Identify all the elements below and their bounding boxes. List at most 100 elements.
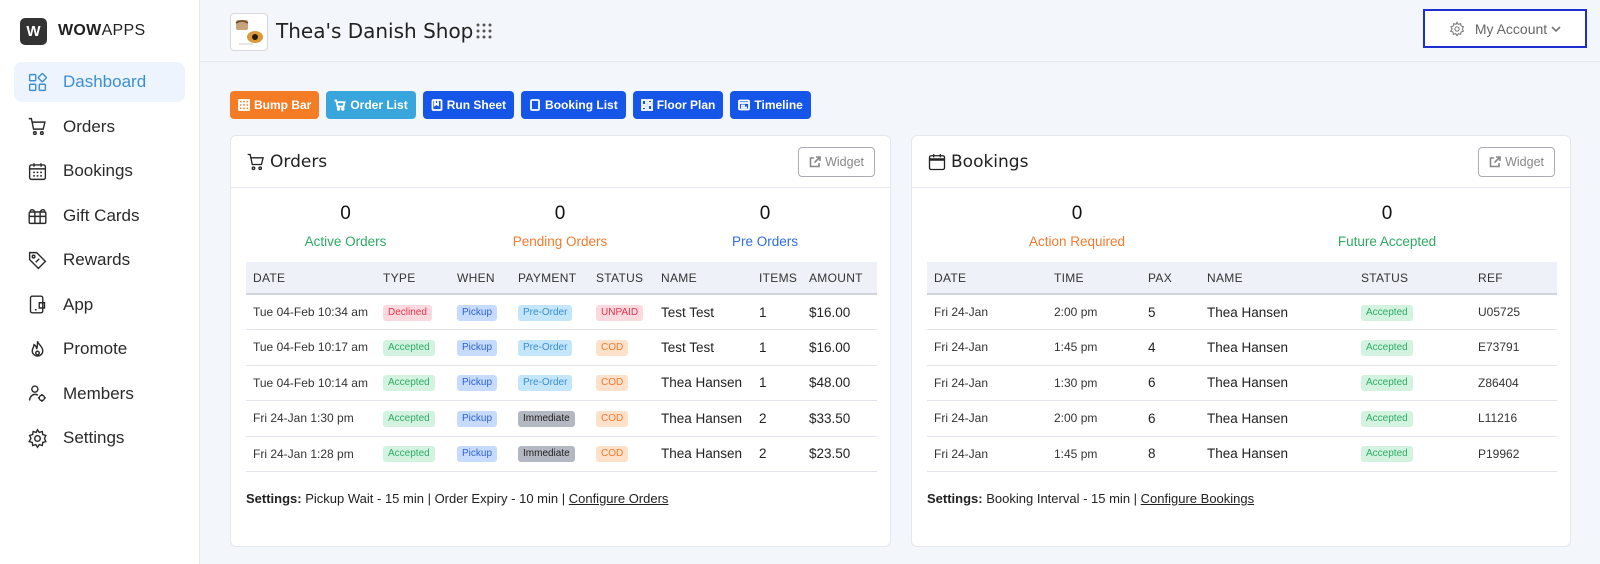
stat-pending-orders[interactable]: 0 Pending Orders <box>460 203 660 262</box>
brand-name-rest: APPS <box>101 22 146 39</box>
configure-bookings-link[interactable]: Configure Bookings <box>1141 491 1254 506</box>
stat-label: Active Orders <box>304 234 387 249</box>
promote-icon <box>26 338 48 360</box>
column-header[interactable]: NAME <box>654 262 752 295</box>
column-header[interactable]: PAX <box>1141 262 1200 295</box>
sidebar-item-label: Orders <box>63 116 115 136</box>
bookings-settings: Settings: Booking Interval - 15 min | Co… <box>927 491 1254 506</box>
column-header[interactable]: DATE <box>246 262 376 295</box>
sidebar-item-members[interactable]: Members <box>14 374 185 414</box>
table-row[interactable]: Fri 24-Jan 1:45 pm 8 Thea Hansen Accepte… <box>927 436 1557 472</box>
order-name: Thea Hansen <box>661 446 743 462</box>
sidebar-item-app[interactable]: App <box>14 285 185 325</box>
column-header[interactable]: WHEN <box>450 262 511 295</box>
column-header[interactable]: TYPE <box>376 262 450 295</box>
floor-plan-icon <box>640 99 653 111</box>
stat-value: 0 <box>759 203 771 224</box>
bump-bar-button[interactable]: Bump Bar <box>230 91 320 119</box>
gear-icon <box>1449 20 1464 37</box>
settings-label: Settings: <box>927 491 983 506</box>
sidebar-item-orders[interactable]: Orders <box>14 107 185 147</box>
stat-value: 0 <box>340 203 351 224</box>
payment-badge: Immediate <box>518 446 575 463</box>
sidebar-item-promote[interactable]: Promote <box>14 329 185 369</box>
table-row[interactable]: Fri 24-Jan 1:30 pm Accepted Pickup Immed… <box>246 401 877 436</box>
timeline-button[interactable]: Timeline <box>730 91 811 119</box>
column-header[interactable]: TIME <box>1047 262 1141 295</box>
status-badge: COD <box>596 339 629 356</box>
status-badge: COD <box>596 446 629 463</box>
booking-name: Thea Hansen <box>1207 446 1289 462</box>
sidebar-nav: Dashboard Orders Bookings Gift Cards Rew… <box>0 62 199 458</box>
booking-name: Thea Hansen <box>1207 410 1289 426</box>
brand[interactable]: W WOWAPPS <box>0 0 199 62</box>
sidebar-item-label: Members <box>63 383 134 403</box>
run-sheet-button[interactable]: Run Sheet <box>422 91 515 119</box>
order-date: Tue 04-Feb 10:17 am <box>253 340 368 355</box>
sidebar-item-bookings[interactable]: Bookings <box>14 151 185 191</box>
external-link-icon <box>809 156 821 168</box>
table-header-row: DATE TYPE WHEN PAYMENT STATUS NAME ITEMS… <box>246 262 877 295</box>
sidebar-item-rewards[interactable]: Rewards <box>14 240 185 280</box>
stat-value: 0 <box>1381 203 1393 224</box>
status-badge: Accepted <box>1361 410 1413 427</box>
stat-active-orders[interactable]: 0 Active Orders <box>231 203 460 262</box>
column-header[interactable]: STATUS <box>1354 262 1471 295</box>
shop-logo <box>230 13 268 51</box>
stat-future-accepted[interactable]: 0 Future Accepted <box>1242 203 1532 262</box>
status-badge: UNPAID <box>596 304 644 321</box>
booking-list-button[interactable]: Booking List <box>521 91 626 119</box>
column-header[interactable]: DATE <box>927 262 1047 295</box>
brand-logo: W <box>20 17 47 45</box>
booking-ref: U05725 <box>1478 305 1521 319</box>
my-account-button[interactable]: My Account <box>1423 9 1587 48</box>
order-list-button[interactable]: Order List <box>326 91 416 119</box>
stat-action-required[interactable]: 0 Action Required <box>912 203 1242 262</box>
booking-time: 1:45 pm <box>1054 340 1098 355</box>
brand-name: WOWAPPS <box>58 22 145 40</box>
status-badge: Accepted <box>1361 375 1413 392</box>
shop-name: Thea's Danish Shop <box>276 19 474 43</box>
stat-label: Pending Orders <box>512 234 608 249</box>
stat-value: 0 <box>554 203 566 224</box>
column-header[interactable]: NAME <box>1200 262 1354 295</box>
apps-grid-icon[interactable] <box>475 22 493 40</box>
booking-name: Thea Hansen <box>1207 304 1289 320</box>
column-header[interactable]: AMOUNT <box>802 262 877 295</box>
table-row[interactable]: Tue 04-Feb 10:17 am Accepted Pickup Pre-… <box>246 330 877 365</box>
column-header[interactable]: ITEMS <box>752 262 802 295</box>
column-header[interactable]: STATUS <box>589 262 654 295</box>
table-row[interactable]: Fri 24-Jan 1:45 pm 4 Thea Hansen Accepte… <box>927 330 1557 365</box>
bookings-table: DATE TIME PAX NAME STATUS REF Fri 24-Jan… <box>927 262 1557 472</box>
configure-orders-link[interactable]: Configure Orders <box>569 491 669 506</box>
table-row[interactable]: Fri 24-Jan 2:00 pm 6 Thea Hansen Accepte… <box>927 401 1557 436</box>
table-row[interactable]: Fri 24-Jan 2:00 pm 5 Thea Hansen Accepte… <box>927 294 1557 330</box>
bookings-panel-header: Bookings Widget <box>912 136 1570 188</box>
orders-table: DATE TYPE WHEN PAYMENT STATUS NAME ITEMS… <box>246 262 877 472</box>
booking-ref: P19962 <box>1478 446 1520 461</box>
settings-text: Pickup Wait - 15 min | Order Expiry - 10… <box>305 491 566 506</box>
floor-plan-button[interactable]: Floor Plan <box>632 91 724 119</box>
stat-pre-orders[interactable]: 0 Pre Orders <box>660 203 870 262</box>
when-badge: Pickup <box>457 339 498 356</box>
order-items: 1 <box>759 375 767 391</box>
bookings-widget-button[interactable]: Widget <box>1478 147 1555 177</box>
sidebar-item-gift-cards[interactable]: Gift Cards <box>14 196 185 236</box>
column-header[interactable]: REF <box>1471 262 1557 295</box>
table-row[interactable]: Tue 04-Feb 10:34 am Declined Pickup Pre-… <box>246 294 877 330</box>
table-row[interactable]: Fri 24-Jan 1:30 pm 6 Thea Hansen Accepte… <box>927 365 1557 401</box>
table-row[interactable]: Tue 04-Feb 10:14 am Accepted Pickup Pre-… <box>246 365 877 401</box>
order-items: 2 <box>759 446 767 462</box>
grid-icon <box>238 99 250 111</box>
dashboard-icon <box>26 71 48 93</box>
stat-label: Future Accepted <box>1337 234 1437 249</box>
sidebar-item-dashboard[interactable]: Dashboard <box>14 62 185 102</box>
members-icon <box>26 383 48 405</box>
calendar-icon <box>26 160 48 182</box>
table-row[interactable]: Fri 24-Jan 1:28 pm Accepted Pickup Immed… <box>246 436 877 472</box>
sidebar-item-settings[interactable]: Settings <box>14 418 185 458</box>
booking-name: Thea Hansen <box>1207 375 1289 391</box>
column-header[interactable]: PAYMENT <box>511 262 589 295</box>
booking-ref: Z86404 <box>1478 375 1519 390</box>
orders-widget-button[interactable]: Widget <box>798 147 875 177</box>
